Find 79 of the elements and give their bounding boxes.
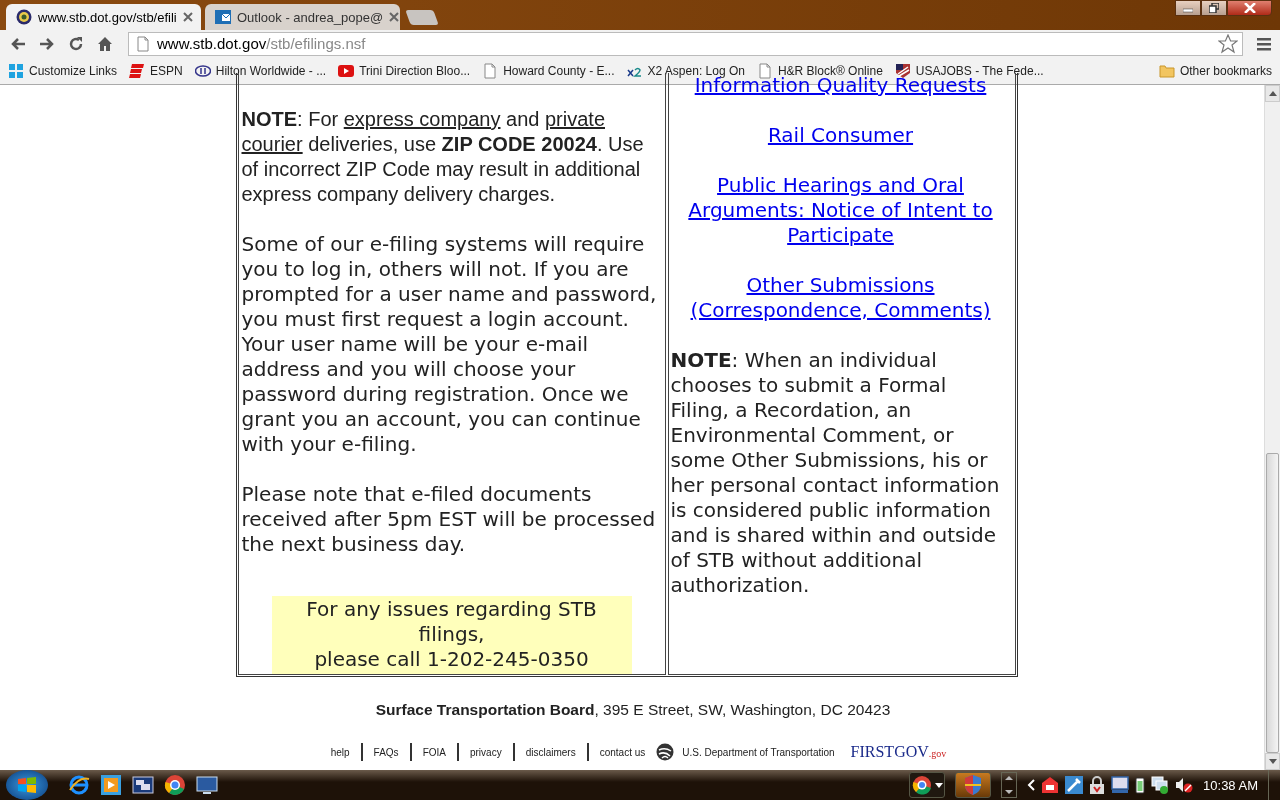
forward-icon[interactable] (39, 35, 55, 52)
star-icon[interactable] (1218, 33, 1238, 54)
scroll-down-icon[interactable] (1265, 753, 1280, 770)
windows-stack-icon[interactable] (132, 774, 154, 796)
shield-taskbar-button[interactable] (955, 772, 992, 798)
chrome-icon[interactable] (911, 775, 932, 795)
scrollbar-thumb[interactable] (1266, 453, 1279, 753)
folder-icon (1158, 62, 1175, 79)
note-paragraph: NOTE: For express company and private courier deliveries, use ZIP CODE 20024. Use of incorrect ZIP Code may result in additional express company delivery charges. (241, 107, 645, 207)
tray-scroll-button[interactable] (1001, 772, 1018, 798)
browser-tab[interactable]: Outlook - andrea_pope@ (205, 4, 400, 30)
wrench-icon[interactable] (1065, 776, 1084, 794)
footer-link[interactable]: help (319, 746, 361, 758)
footer-address: Surface Transportation Board, 395 E Street, SW, Washington, DC 20423 (375, 701, 891, 719)
flag-shield-icon (894, 62, 911, 79)
up-down-arrows-icon[interactable] (1005, 775, 1014, 795)
footer-link[interactable]: contact us (588, 746, 657, 758)
browser-tab[interactable]: www.stb.dot.gov/stb/efili (6, 4, 201, 30)
footer-link[interactable]: FOIA (411, 746, 457, 758)
monitor-icon[interactable] (196, 774, 218, 796)
home-icon[interactable] (97, 35, 113, 52)
chrome-icon[interactable] (164, 774, 186, 796)
chevron-left-icon[interactable] (1027, 779, 1036, 791)
restore-button[interactable] (1201, 0, 1227, 16)
page-icon (756, 62, 773, 79)
scrollbar[interactable] (1264, 85, 1280, 770)
paragraph: Some of our e-filing systems will require you to log in, others will not. If you are prompted for a user name and password, you must first request a login account. Your user name will be your e-mail address and you will choose your password during registration. Once we grant you an account, you can continue with your e-filing. (241, 232, 658, 457)
scroll-up-icon[interactable] (1265, 85, 1280, 102)
notice-text: please call 1-202-245-0350 (313, 647, 590, 672)
house-badge-icon[interactable] (1041, 776, 1060, 794)
paragraph: Please note that e-filed documents received after 5pm EST will be processed the next business day. (241, 482, 657, 557)
oval-logo-icon (194, 62, 211, 79)
department-link[interactable]: U.S. Department of Transportation (682, 746, 835, 758)
shield-icon[interactable] (965, 775, 982, 795)
link[interactable]: Public Hearings and Oral Arguments: Notice of Intent to Participate (670, 173, 1011, 248)
note-paragraph: NOTE: When an individual chooses to submit a Formal Filing, a Recordation, an Environmental Comment, or some Other Submissions, his or her personal contact information is considered public information and is shared within and outside of STB without additional authorization. (670, 348, 1001, 598)
chrome-taskbar-button[interactable] (909, 772, 946, 798)
play-icon (338, 62, 355, 79)
bookmark-item[interactable]: Other bookmarks (1158, 62, 1272, 79)
seal-icon (16, 9, 32, 25)
new-tab-button[interactable] (405, 10, 439, 25)
page-icon (135, 35, 151, 52)
media-player-icon[interactable] (100, 774, 122, 796)
laptop-icon[interactable] (1111, 776, 1130, 794)
link[interactable]: Rail Consumer (767, 123, 914, 148)
footer-link[interactable]: disclaimers (514, 746, 587, 758)
clock[interactable]: 10:38 AM (1203, 777, 1258, 793)
windows-icon (8, 62, 24, 79)
close-button[interactable] (1227, 0, 1272, 16)
reload-icon[interactable] (68, 35, 84, 52)
bookmark-item[interactable]: X2 Aspen: Log On (626, 62, 745, 79)
bookmark-item[interactable]: Hilton Worldwide - ... (194, 62, 327, 79)
firstgov-logo[interactable]: FIRSTGOV.gov (850, 743, 947, 761)
browser-e-icon[interactable] (68, 774, 90, 796)
footer-link[interactable]: FAQs (362, 746, 410, 758)
bookmark-item[interactable]: Trini Direction Bloo... (338, 62, 471, 79)
footer-link[interactable]: privacy (458, 746, 513, 758)
start-button[interactable] (6, 770, 48, 800)
battery-icon[interactable] (1135, 776, 1146, 794)
address-bar[interactable]: www.stb.dot.gov/stb/efilings.nsf (128, 31, 1243, 56)
link[interactable]: Other Submissions (Correspondence, Comments) (670, 273, 1011, 323)
close-icon[interactable] (183, 12, 193, 22)
stripes-icon (129, 62, 146, 79)
bookmark-item[interactable]: Customize Links (8, 62, 118, 79)
back-icon[interactable] (10, 35, 26, 52)
restore-icon[interactable] (1209, 3, 1219, 13)
padlock-icon[interactable] (1089, 776, 1106, 794)
page-icon (482, 62, 499, 79)
bookmark-item[interactable]: USAJOBS - The Fede... (894, 62, 1044, 79)
bookmark-item[interactable]: Howard County - E... (482, 62, 615, 79)
menu-icon[interactable] (1256, 35, 1272, 52)
emblem-icon (656, 743, 675, 761)
speaker-muted-icon[interactable] (1175, 776, 1194, 794)
close-icon[interactable] (389, 12, 400, 22)
envelope-icon (215, 9, 231, 25)
minimize-button[interactable] (1175, 0, 1201, 16)
caret-icon[interactable] (934, 782, 943, 788)
network-icon[interactable] (1151, 776, 1170, 794)
bookmark-item[interactable]: ESPN (129, 62, 183, 79)
